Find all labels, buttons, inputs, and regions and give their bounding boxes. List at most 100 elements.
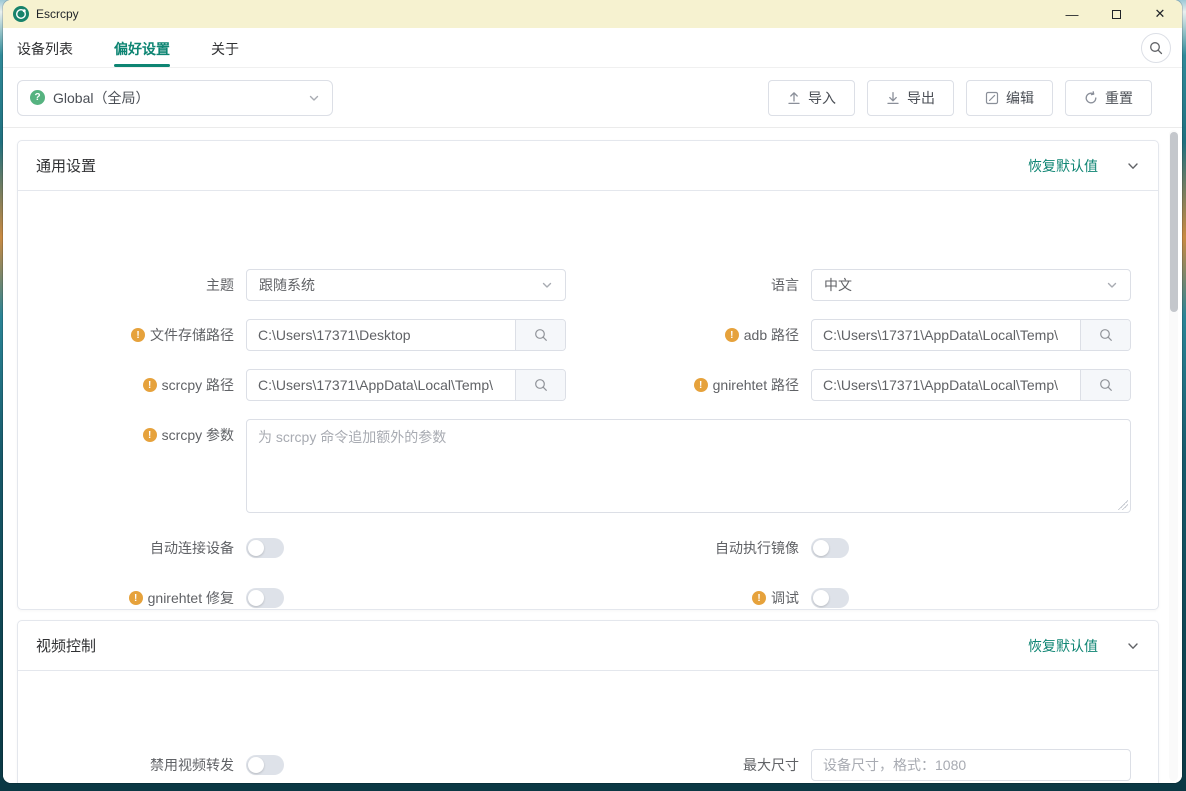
edit-button[interactable]: 编辑 xyxy=(966,80,1053,116)
debug-toggle[interactable] xyxy=(811,588,849,608)
info-icon: ! xyxy=(143,378,157,392)
upload-icon xyxy=(787,91,801,105)
gnirehtet-path-field xyxy=(811,369,1131,401)
scrcpy-path-browse-button[interactable] xyxy=(515,370,565,400)
general-settings-title: 通用设置 xyxy=(36,155,96,176)
gnirehtet-path-label-text: gnirehtet 路径 xyxy=(713,375,799,395)
debug-field xyxy=(811,582,1131,614)
gnirehtet-fix-label-text: gnirehtet 修复 xyxy=(148,588,234,608)
scrollbar-thumb[interactable] xyxy=(1170,132,1178,312)
app-window: Escrcpy — ✕ 设备列表 偏好设置 关于 ? Global（全局） xyxy=(3,0,1182,783)
search-button[interactable] xyxy=(1141,33,1171,63)
scrcpy-args-label-text: scrcpy 参数 xyxy=(162,425,234,445)
adb-path-browse-button[interactable] xyxy=(1080,320,1130,350)
preferences-content: 通用设置 恢复默认值 主题 跟随系统 xyxy=(3,128,1182,783)
file-path-browse-button[interactable] xyxy=(515,320,565,350)
general-restore-defaults-link[interactable]: 恢复默认值 xyxy=(1028,156,1098,176)
adb-path-label-text: adb 路径 xyxy=(744,325,799,345)
video-control-card: 视频控制 恢复默认值 禁用视频转发 最大尺寸 xyxy=(17,620,1159,783)
gnirehtet-fix-toggle[interactable] xyxy=(246,588,284,608)
reset-button-label: 重置 xyxy=(1105,88,1133,108)
import-button[interactable]: 导入 xyxy=(768,80,855,116)
export-button[interactable]: 导出 xyxy=(867,80,954,116)
minimize-icon: — xyxy=(1066,7,1079,22)
scope-help-icon: ? xyxy=(30,90,45,105)
toggle-knob xyxy=(248,757,264,773)
tab-preferences[interactable]: 偏好设置 xyxy=(114,28,170,67)
video-restore-defaults-link[interactable]: 恢复默认值 xyxy=(1028,636,1098,656)
scrcpy-path-label: ! scrcpy 路径 xyxy=(18,369,234,401)
auto-connect-field xyxy=(246,532,566,564)
download-icon xyxy=(886,91,900,105)
auto-mirror-toggle[interactable] xyxy=(811,538,849,558)
reset-button[interactable]: 重置 xyxy=(1065,80,1152,116)
scope-select-value: Global（全局） xyxy=(53,88,149,108)
tab-device-list-label: 设备列表 xyxy=(17,39,73,59)
toggle-knob xyxy=(248,590,264,606)
gnirehtet-path-label: ! gnirehtet 路径 xyxy=(574,369,799,401)
form-row: 自动连接设备 自动执行镜像 xyxy=(18,532,1158,564)
gnirehtet-path-input[interactable] xyxy=(812,370,1080,400)
video-control-title: 视频控制 xyxy=(36,635,96,656)
auto-mirror-label-text: 自动执行镜像 xyxy=(715,538,799,558)
minimize-button[interactable]: — xyxy=(1050,0,1094,28)
max-size-label: 最大尺寸 xyxy=(574,749,799,781)
scrcpy-args-textarea[interactable] xyxy=(246,419,1131,513)
gnirehtet-fix-field xyxy=(246,582,566,614)
gnirehtet-fix-label: ! gnirehtet 修复 xyxy=(18,582,234,614)
preferences-toolbar: ? Global（全局） 导入 导出 xyxy=(3,68,1182,128)
tab-device-list[interactable]: 设备列表 xyxy=(17,28,73,67)
info-icon: ! xyxy=(752,591,766,605)
auto-connect-label-text: 自动连接设备 xyxy=(150,538,234,558)
adb-path-input[interactable] xyxy=(812,320,1080,350)
toolbar-buttons: 导入 导出 编辑 重置 xyxy=(768,80,1152,116)
refresh-icon xyxy=(1084,91,1098,105)
disable-video-label: 禁用视频转发 xyxy=(18,749,234,781)
theme-select[interactable]: 跟随系统 xyxy=(246,269,566,301)
form-row: ! scrcpy 参数 xyxy=(18,419,1158,513)
form-row: 主题 跟随系统 语言 中文 xyxy=(18,269,1158,301)
file-path-field xyxy=(246,319,566,351)
theme-label-text: 主题 xyxy=(206,275,234,295)
collapse-chevron-icon[interactable] xyxy=(1126,639,1140,653)
language-label: 语言 xyxy=(574,269,799,301)
form-row: ! scrcpy 路径 xyxy=(18,369,1158,401)
title-bar: Escrcpy — ✕ xyxy=(3,0,1182,28)
scrcpy-path-input[interactable] xyxy=(247,370,515,400)
max-size-input[interactable] xyxy=(812,750,1130,780)
search-icon xyxy=(534,328,548,342)
disable-video-label-text: 禁用视频转发 xyxy=(150,755,234,775)
language-select[interactable]: 中文 xyxy=(811,269,1131,301)
scope-select[interactable]: ? Global（全局） xyxy=(17,80,333,116)
edit-icon xyxy=(985,91,999,105)
edit-button-label: 编辑 xyxy=(1006,88,1034,108)
video-control-header: 视频控制 恢复默认值 xyxy=(18,621,1158,671)
close-icon: ✕ xyxy=(1155,6,1166,22)
vertical-scrollbar[interactable] xyxy=(1169,130,1178,781)
tab-about-label: 关于 xyxy=(211,39,239,59)
disable-video-toggle[interactable] xyxy=(246,755,284,775)
collapse-chevron-icon[interactable] xyxy=(1126,159,1140,173)
file-path-input[interactable] xyxy=(247,320,515,350)
app-logo-icon xyxy=(13,6,29,22)
file-path-label-text: 文件存储路径 xyxy=(150,325,234,345)
auto-connect-toggle[interactable] xyxy=(246,538,284,558)
info-icon: ! xyxy=(129,591,143,605)
tab-about[interactable]: 关于 xyxy=(211,28,239,67)
general-settings-header: 通用设置 恢复默认值 xyxy=(18,141,1158,191)
search-icon xyxy=(1099,378,1113,392)
chevron-down-icon xyxy=(541,279,553,291)
close-button[interactable]: ✕ xyxy=(1138,0,1182,28)
scrcpy-args-field xyxy=(246,419,1131,513)
info-icon: ! xyxy=(143,428,157,442)
auto-connect-label: 自动连接设备 xyxy=(18,532,234,564)
form-row: ! gnirehtet 修复 ! 调试 xyxy=(18,582,1158,614)
maximize-button[interactable] xyxy=(1094,0,1138,28)
form-row: 禁用视频转发 最大尺寸 xyxy=(18,749,1158,781)
max-size-field xyxy=(811,749,1131,781)
info-icon: ! xyxy=(725,328,739,342)
gnirehtet-path-browse-button[interactable] xyxy=(1080,370,1130,400)
chevron-down-icon xyxy=(1106,279,1118,291)
chevron-down-icon xyxy=(308,92,320,104)
disable-video-field xyxy=(246,749,566,781)
